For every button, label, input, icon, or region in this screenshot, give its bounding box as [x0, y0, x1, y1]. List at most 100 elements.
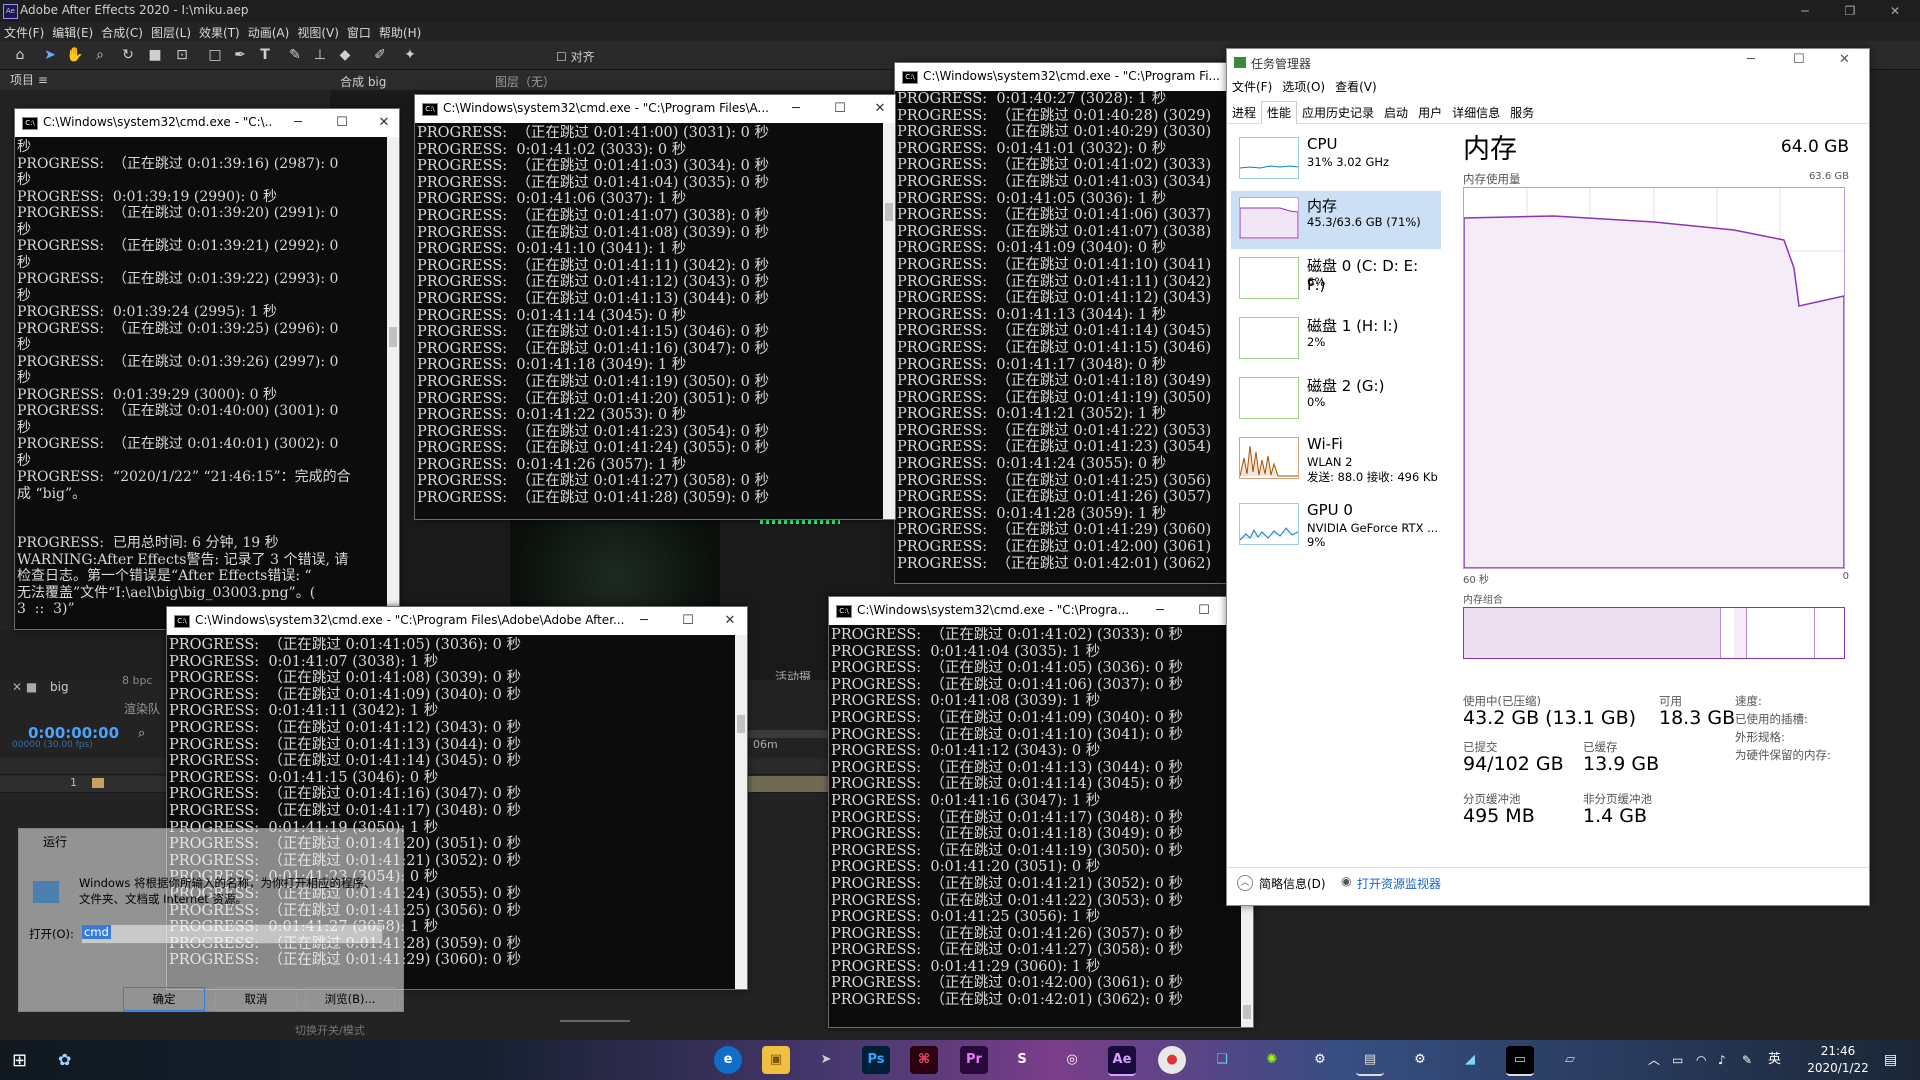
tray-display-icon[interactable]: ▭ [1672, 1040, 1683, 1080]
fewer-details-link[interactable]: 简略信息(D) [1259, 875, 1326, 892]
selection-tool-icon[interactable]: ➤ [40, 45, 60, 65]
run-input[interactable]: cmd [81, 924, 383, 944]
cmd2-title-bar[interactable]: C:\ C:\Windows\system32\cmd.exe - "C:\Pr… [415, 95, 895, 123]
after-effects-icon[interactable]: Ae [1108, 1046, 1136, 1076]
zoom-slider[interactable] [560, 1020, 630, 1022]
layer-label-color[interactable] [92, 778, 104, 788]
comp-tab[interactable]: 合成 big [340, 73, 386, 90]
scroll-thumb[interactable] [737, 715, 745, 733]
resource-disk-0[interactable]: 磁盘 0 (C: D: E: F:) 6% [1231, 251, 1441, 309]
cmd3-title-bar[interactable]: C:\ C:\Windows\system32\cmd.exe - "C:\Pr… [895, 63, 1229, 91]
cmd-window-3[interactable]: C:\ C:\Windows\system32\cmd.exe - "C:\Pr… [894, 62, 1230, 584]
timeline-tab-icon[interactable]: ✕ ■ [12, 680, 37, 694]
puppet-tool-icon[interactable]: ✦ [400, 45, 420, 65]
acrobat-icon[interactable]: ⌘ [910, 1046, 938, 1074]
file-explorer-icon[interactable]: ▣ [762, 1046, 790, 1074]
tab-details[interactable]: 详细信息 [1447, 102, 1505, 124]
tab-app-history[interactable]: 应用历史记录 [1297, 102, 1379, 124]
tab-services[interactable]: 服务 [1505, 102, 1539, 124]
hand-tool-icon[interactable]: ✋ [65, 45, 85, 65]
minimize-icon[interactable]: ─ [283, 112, 313, 134]
run-cancel-button[interactable]: 取消 [215, 987, 297, 1011]
cmd4-scrollbar[interactable] [735, 635, 747, 989]
cmd-taskbar-icon[interactable]: ▭ [1506, 1046, 1534, 1076]
zoom-tool-icon[interactable]: ⌕ [90, 45, 110, 65]
settings-icon[interactable]: ⚙ [1406, 1046, 1434, 1074]
start-icon[interactable]: ⊞ [12, 1050, 27, 1071]
tm-menu-file[interactable]: 文件(F) [1227, 77, 1277, 97]
close-icon[interactable]: ✕ [865, 98, 895, 120]
notification-icon[interactable]: ▤ [1884, 1040, 1897, 1080]
clock-date[interactable]: 2020/1/22 [1802, 1061, 1874, 1075]
resource-cpu[interactable]: CPU 31% 3.02 GHz [1231, 131, 1441, 189]
snap-checkbox[interactable]: ☐ 对齐 [556, 48, 595, 65]
run-dialog[interactable]: 运行 Windows 将根据你所输入的名称，为你打开相应的程序、文件夹、文档或 … [18, 828, 404, 1012]
memory-composition-bar[interactable] [1463, 607, 1845, 659]
maximize-icon[interactable]: ☐ [1793, 52, 1805, 67]
camera-tool-icon[interactable]: ■ [145, 45, 165, 65]
rectangle-tool-icon[interactable]: □ [205, 45, 225, 65]
open-resource-monitor-link[interactable]: 打开资源监视器 [1357, 875, 1441, 892]
close-icon[interactable]: ✕ [715, 610, 745, 632]
menu-effect[interactable]: 效果(T) [195, 22, 244, 43]
restore-icon[interactable]: ❐ [1830, 0, 1870, 22]
clone-stamp-tool-icon[interactable]: ⊥ [310, 45, 330, 65]
bpc-label[interactable]: 8 bpc [122, 674, 153, 687]
home-icon[interactable]: ⌂ [10, 45, 30, 65]
minimize-icon[interactable]: ─ [1145, 600, 1175, 622]
resource-disk-1[interactable]: 磁盘 1 (H: I:) 2% [1231, 311, 1441, 369]
render-queue-tab[interactable]: 渲染队 [124, 700, 160, 717]
minimize-icon[interactable]: ─ [781, 98, 811, 120]
project-tab[interactable]: 项目 [10, 73, 34, 87]
tab-startup[interactable]: 启动 [1379, 102, 1413, 124]
pen-icon[interactable]: ✎ [1742, 1040, 1752, 1080]
tab-users[interactable]: 用户 [1413, 102, 1447, 124]
roto-brush-tool-icon[interactable]: ✐ [370, 45, 390, 65]
cmd1-title-bar[interactable]: C:\ C:\Windows\system32\cmd.exe - "C:\..… [15, 109, 399, 137]
close-icon[interactable]: ✕ [1875, 0, 1915, 22]
app-icon-s[interactable]: S [1008, 1046, 1036, 1074]
tray-chevron-icon[interactable]: ︿ [1648, 1040, 1660, 1080]
cmd1-scrollbar[interactable] [387, 137, 399, 629]
resource-gpu[interactable]: GPU 0 NVIDIA GeForce RTX ... 9% [1231, 497, 1441, 555]
edge-icon[interactable]: e [714, 1046, 742, 1074]
brush-tool-icon[interactable]: ✎ [285, 45, 305, 65]
menu-layer[interactable]: 图层(L) [147, 22, 195, 43]
app-icon-steam[interactable]: ⚙ [1306, 1046, 1334, 1074]
menu-animation[interactable]: 动画(A) [244, 22, 294, 43]
rotate-tool-icon[interactable]: ↻ [118, 45, 138, 65]
maximize-icon[interactable]: ☐ [825, 98, 855, 120]
close-icon[interactable]: ✕ [1839, 52, 1850, 67]
search-icon[interactable]: ⌕ [138, 726, 145, 741]
cmd2-scrollbar[interactable] [883, 123, 895, 519]
scroll-thumb[interactable] [885, 203, 893, 221]
run-ok-button[interactable]: 确定 [123, 987, 205, 1011]
toggle-switches-label[interactable]: 切换开关/模式 [295, 1022, 365, 1038]
cmd-window-1[interactable]: C:\ C:\Windows\system32\cmd.exe - "C:\..… [14, 108, 400, 630]
scroll-thumb[interactable] [389, 327, 397, 347]
maximize-icon[interactable]: ☐ [673, 610, 703, 632]
clock-time[interactable]: 21:46 [1808, 1044, 1868, 1058]
eraser-tool-icon[interactable]: ◆ [335, 45, 355, 65]
text-tool-icon[interactable]: T [255, 45, 275, 65]
premiere-icon[interactable]: Pr [960, 1046, 988, 1074]
close-icon[interactable]: ✕ [369, 112, 399, 134]
menu-composition[interactable]: 合成(C) [97, 22, 147, 43]
run-browse-button[interactable]: 浏览(B)... [305, 987, 395, 1011]
minimize-icon[interactable]: ─ [1785, 0, 1825, 22]
tab-processes[interactable]: 进程 [1227, 102, 1261, 124]
menu-view[interactable]: 视图(V) [293, 22, 343, 43]
photoshop-icon[interactable]: Ps [862, 1046, 890, 1074]
menu-edit[interactable]: 编辑(E) [48, 22, 97, 43]
pen-tool-icon[interactable]: ✒ [230, 45, 250, 65]
taskmgr-title-bar[interactable]: 任务管理器 ─ ☐ ✕ [1227, 49, 1869, 77]
cmd4-title-bar[interactable]: C:\ C:\Windows\system32\cmd.exe - "C:\Pr… [167, 607, 747, 635]
scroll-thumb[interactable] [1243, 1005, 1251, 1019]
cmd-window-5[interactable]: C:\ C:\Windows\system32\cmd.exe - "C:\Pr… [828, 596, 1254, 1028]
network-icon[interactable]: ◠ [1696, 1040, 1706, 1080]
cmd5-title-bar[interactable]: C:\ C:\Windows\system32\cmd.exe - "C:\Pr… [829, 597, 1253, 625]
tab-performance[interactable]: 性能 [1261, 101, 1298, 124]
minimize-icon[interactable]: ─ [629, 610, 659, 632]
paper-plane-icon[interactable]: ➤ [812, 1046, 840, 1074]
tm-menu-view[interactable]: 查看(V) [1330, 77, 1382, 97]
